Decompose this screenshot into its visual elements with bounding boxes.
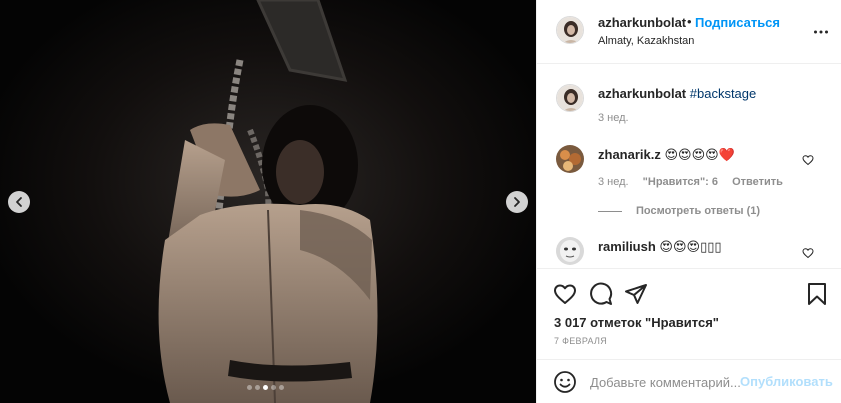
comment-body: 😍😍😍▯▯▯: [659, 239, 722, 254]
post-location[interactable]: Almaty, Kazakhstan: [598, 35, 694, 47]
bookmark-icon[interactable]: [805, 282, 829, 306]
heart-outline-icon[interactable]: [802, 247, 814, 259]
comment-text: ramiliush 😍😍😍▯▯▯: [598, 239, 722, 255]
carousel-dot: [271, 385, 276, 390]
post-date[interactable]: 7 ФЕВРАЛЯ: [554, 336, 607, 346]
commenter-avatar[interactable]: [556, 145, 584, 173]
comment-composer: Опубликовать: [537, 359, 841, 403]
carousel-prev-button[interactable]: [8, 191, 30, 213]
comment-meta: 3 нед. "Нравится": 6 Ответить: [598, 176, 794, 188]
post-side-panel: azharkunbolat • Подписаться Almaty, Kaza…: [536, 0, 841, 403]
comment-bubble-icon[interactable]: [589, 282, 613, 306]
emoji-smile-icon[interactable]: [553, 370, 577, 394]
view-replies-label: Посмотреть ответы (1): [636, 205, 761, 217]
comment-input[interactable]: [590, 372, 740, 392]
view-replies-button[interactable]: Посмотреть ответы (1): [598, 205, 760, 217]
reply-button[interactable]: Ответить: [732, 176, 783, 188]
carousel-dot-active: [263, 385, 268, 390]
post-media[interactable]: [0, 0, 536, 403]
follow-button[interactable]: Подписаться: [695, 15, 780, 30]
caption-hashtag[interactable]: #backstage: [690, 86, 757, 101]
carousel-dot: [255, 385, 260, 390]
comment-time[interactable]: 3 нед.: [598, 176, 629, 188]
author-avatar[interactable]: [556, 16, 584, 44]
carousel-dot: [247, 385, 252, 390]
comment-username[interactable]: ramiliush: [598, 239, 656, 254]
carousel-next-button[interactable]: [506, 191, 528, 213]
author-username[interactable]: azharkunbolat: [598, 15, 686, 30]
caption-text: azharkunbolat #backstage: [598, 86, 756, 101]
chevron-right-icon: [514, 197, 520, 207]
post-actions: 3 017 отметок "Нравится" 7 ФЕВРАЛЯ: [537, 268, 841, 363]
comments-list[interactable]: azharkunbolat #backstage 3 нед. zhanarik…: [537, 65, 841, 267]
likes-count[interactable]: 3 017 отметок "Нравится": [554, 315, 719, 330]
caption-time[interactable]: 3 нед.: [598, 112, 629, 124]
heart-outline-icon[interactable]: [802, 154, 814, 166]
share-paper-plane-icon[interactable]: [624, 282, 648, 306]
caption-avatar[interactable]: [556, 84, 584, 112]
chevron-left-icon: [16, 197, 22, 207]
carousel-dot: [279, 385, 284, 390]
caption-username[interactable]: azharkunbolat: [598, 86, 686, 101]
commenter-avatar[interactable]: [556, 237, 584, 265]
publish-comment-button[interactable]: Опубликовать: [740, 374, 833, 389]
carousel-indicator: [247, 385, 284, 390]
comment-body: 😍😍😍😍❤️: [664, 147, 735, 162]
post-header: azharkunbolat • Подписаться Almaty, Kaza…: [537, 0, 841, 64]
replies-divider: [598, 210, 622, 212]
header-separator: •: [687, 14, 692, 29]
caption-meta: 3 нед.: [598, 112, 640, 124]
like-heart-icon[interactable]: [553, 282, 577, 306]
post-photo: [0, 0, 536, 403]
more-horizontal-icon[interactable]: [813, 24, 829, 40]
comment-like-count[interactable]: "Нравится": 6: [643, 176, 718, 188]
comment-text: zhanarik.z 😍😍😍😍❤️: [598, 147, 735, 163]
comment-username[interactable]: zhanarik.z: [598, 147, 661, 162]
